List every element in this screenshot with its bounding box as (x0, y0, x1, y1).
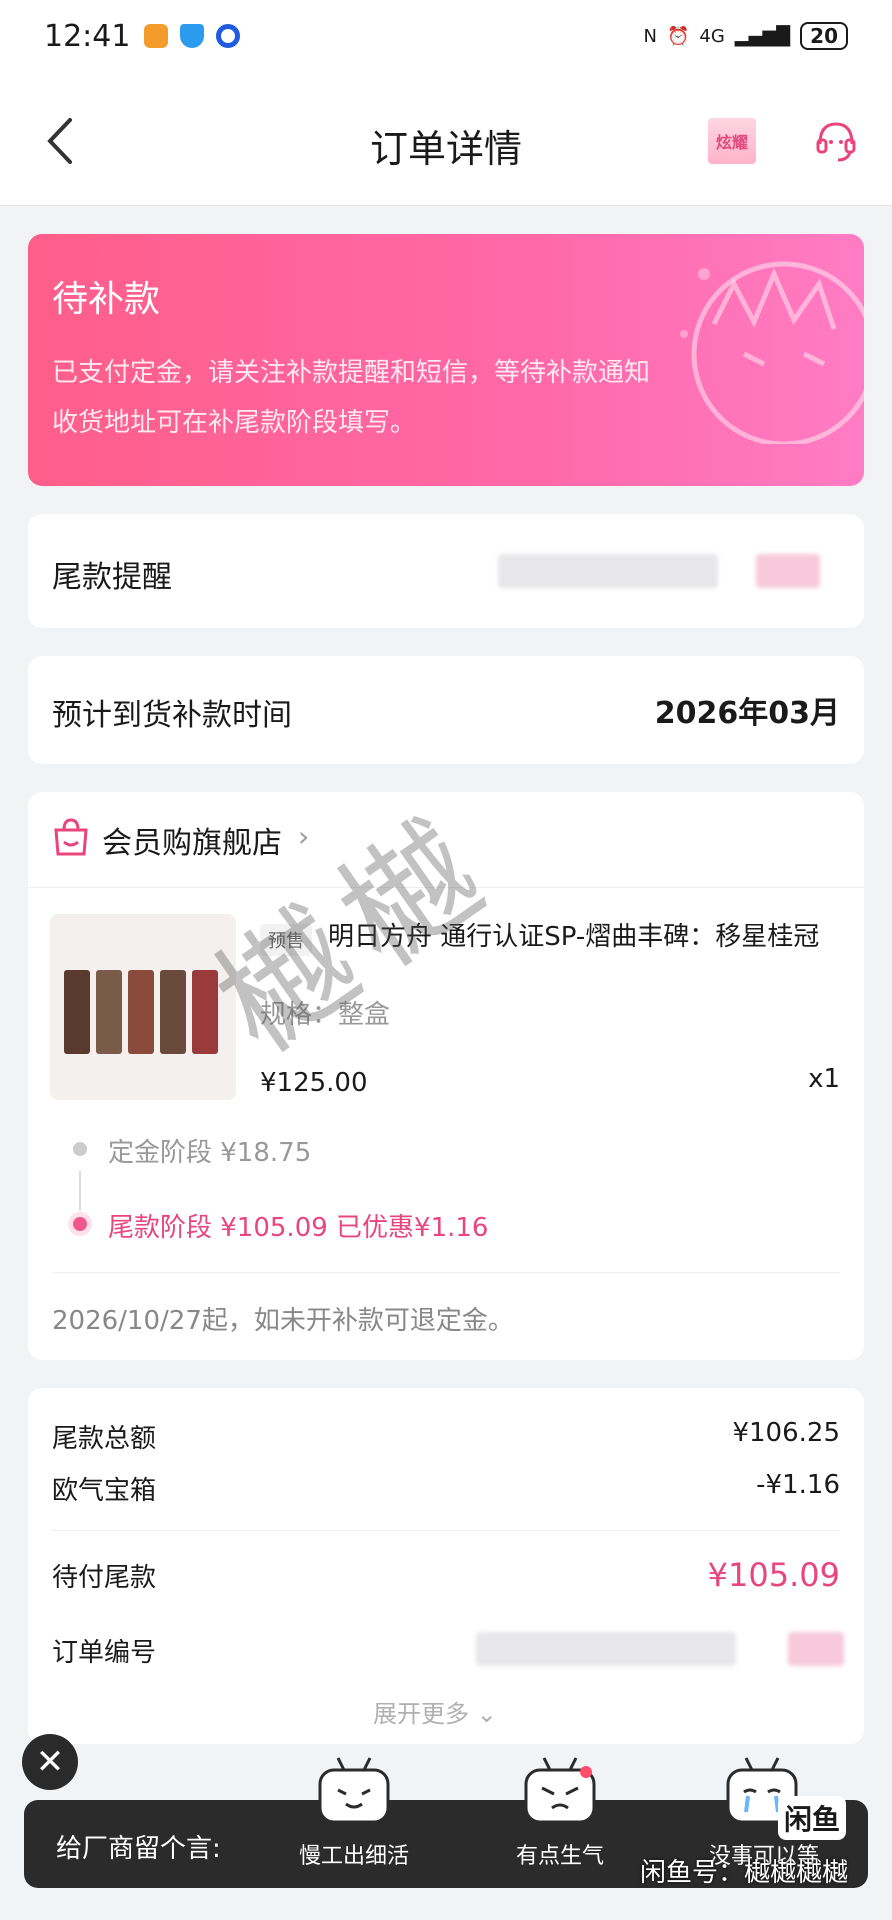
stage-connector (79, 1171, 81, 1211)
presale-badge: 预售 (260, 924, 312, 956)
product-image[interactable] (50, 914, 236, 1100)
expand-more[interactable]: 展开更多 ⌄ (373, 1694, 497, 1729)
payment-summary-card: 尾款总额 ¥106.25 欧气宝箱 -¥1.16 待付尾款 ¥105.09 订单… (28, 1388, 864, 1744)
reminder-blurred-toggle[interactable] (756, 554, 820, 588)
feedback-option-2[interactable]: 有点生气 (480, 1838, 640, 1870)
due-row: 待付尾款 ¥105.09 (52, 1556, 840, 1594)
status-time: 12:41 (44, 18, 131, 54)
total-row: 尾款总额 ¥106.25 (52, 1418, 840, 1455)
tv-mascot-angry-icon[interactable] (522, 1756, 598, 1826)
divider (52, 1530, 840, 1531)
mascot-icon (680, 261, 864, 444)
arrival-time-card: 预计到货补款时间 2026年03月 (28, 656, 864, 764)
total-label: 尾款总额 (52, 1424, 157, 1454)
show-off-button[interactable]: 炫耀 (708, 118, 756, 164)
due-value: ¥105.09 (707, 1556, 840, 1594)
tv-mascot-thinking-icon[interactable] (316, 1756, 392, 1826)
nfc-icon: N (643, 25, 657, 47)
feedback-label: 给厂商留个言: (56, 1834, 221, 1864)
reminder-blurred-value (498, 554, 718, 588)
system-icons: N ⏰ 4G ▂▄▆█ 20 (643, 22, 848, 50)
signal-icon: ▂▄▆█ (734, 25, 791, 47)
reminder-label: 尾款提醒 (52, 560, 172, 595)
final-payment-reminder-card[interactable]: 尾款提醒 (28, 514, 864, 628)
expand-label: 展开更多 (373, 1700, 469, 1728)
app-notification-icon (144, 24, 169, 48)
shopping-bag-icon (54, 818, 88, 856)
order-status-title: 待补款 (52, 279, 161, 320)
order-label: 订单编号 (52, 1638, 157, 1668)
divider (52, 1272, 840, 1273)
deposit-stage-dot (73, 1142, 87, 1156)
order-number-blurred (476, 1632, 736, 1666)
product-image-card (192, 970, 218, 1054)
product-card: 会员购旗舰店 › 明日方舟 通行认证SP-熠曲丰碑：移星桂冠 预售 规格：整盒 … (28, 792, 864, 1360)
due-label: 待付尾款 (52, 1562, 157, 1593)
arrival-value: 2026年03月 (654, 696, 840, 731)
deposit-stage-text: 定金阶段 ¥18.75 (108, 1138, 312, 1168)
feedback-option-1[interactable]: 慢工出细活 (274, 1838, 434, 1870)
battery-icon: 20 (800, 22, 848, 50)
xianyu-id-watermark: 闲鱼号：樾樾樾樾 (640, 1858, 849, 1888)
refund-note: 2026/10/27起，如未开补款可退定金。 (52, 1306, 514, 1336)
shield-icon (180, 24, 205, 48)
notification-icons (144, 24, 241, 48)
product-title[interactable]: 明日方舟 通行认证SP-熠曲丰碑：移星桂冠 (260, 918, 840, 956)
total-value: ¥106.25 (732, 1418, 840, 1448)
alarm-icon: ⏰ (666, 25, 690, 47)
product-image-card (64, 970, 90, 1054)
page-title: 订单详情 (369, 127, 522, 171)
final-stage-text: 尾款阶段 ¥105.09 已优惠¥1.16 (108, 1213, 489, 1243)
box-discount-row: 欧气宝箱 -¥1.16 (52, 1470, 840, 1507)
nav-bar: 订单详情 炫耀 (0, 72, 892, 206)
product-image-card (128, 970, 154, 1054)
arrival-label: 预计到货补款时间 (52, 698, 292, 733)
status-banner: 待补款 已支付定金，请关注补款提醒和短信，等待补款通知 收货地址可在补尾款阶段填… (28, 234, 864, 486)
browser-icon (216, 24, 241, 48)
copy-order-button[interactable] (788, 1632, 844, 1666)
xianyu-logo: 闲鱼 (778, 1796, 847, 1840)
final-stage-dot (73, 1217, 87, 1231)
store-header[interactable]: 会员购旗舰店 › (28, 792, 864, 888)
product-image-card (96, 970, 122, 1054)
chevron-right-icon: › (298, 820, 310, 853)
product-image-card (160, 970, 186, 1054)
product-quantity: x1 (808, 1064, 840, 1094)
status-bar: 12:41 N ⏰ 4G ▂▄▆█ 20 (0, 0, 892, 72)
box-value: -¥1.16 (756, 1470, 840, 1500)
close-feedback-button[interactable]: ✕ (22, 1734, 78, 1790)
customer-service-icon[interactable] (814, 118, 858, 164)
product-spec: 规格：整盒 (260, 1000, 391, 1030)
network-label: 4G (699, 25, 725, 47)
chevron-down-icon: ⌄ (476, 1700, 497, 1728)
store-name: 会员购旗舰店 (102, 826, 282, 861)
box-label: 欧气宝箱 (52, 1476, 157, 1506)
product-price: ¥125.00 (260, 1068, 368, 1098)
